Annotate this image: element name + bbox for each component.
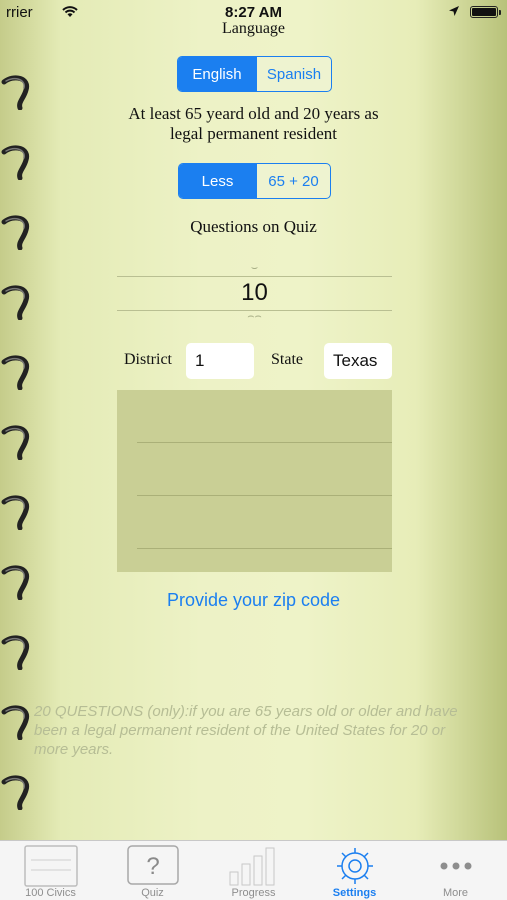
status-time: 8:27 AM xyxy=(225,4,282,21)
segment-english[interactable]: English xyxy=(178,57,256,91)
notebook-icon xyxy=(23,845,78,887)
spiral-ring xyxy=(1,285,30,320)
tab-label: 100 Civics xyxy=(25,887,76,899)
segment-less[interactable]: Less xyxy=(179,164,256,198)
spiral-ring xyxy=(1,425,30,460)
gear-icon xyxy=(336,848,373,884)
state-field[interactable]: Texas xyxy=(324,343,392,379)
spiral-ring xyxy=(1,775,30,810)
language-title: Language xyxy=(221,20,286,37)
picker-ghost-above: ⌣ xyxy=(250,262,259,274)
tab-progress[interactable]: Progress xyxy=(203,841,304,900)
spiral-ring xyxy=(1,355,30,390)
tab-label: Progress xyxy=(231,887,276,899)
battery-icon xyxy=(470,6,501,18)
segment-65-plus-20[interactable]: 65 + 20 xyxy=(256,164,330,198)
tab-label: More xyxy=(442,887,469,899)
more-dots-icon xyxy=(440,862,471,870)
tab-bar: 100 Civics ? Quiz Progress Settings More xyxy=(0,840,507,900)
picker-line-top xyxy=(117,276,392,277)
svg-text:?: ? xyxy=(146,853,159,880)
segment-spanish[interactable]: Spanish xyxy=(256,57,331,91)
tab-label: Quiz xyxy=(141,887,164,899)
language-segmented-control: English Spanish xyxy=(177,56,332,92)
district-field[interactable]: 1 xyxy=(186,343,254,379)
spiral-ring xyxy=(1,495,30,530)
status-bar: rrier 8:27 AM xyxy=(0,0,507,22)
age-rule-line2: legal permanent resident xyxy=(169,124,338,143)
provide-zip-link[interactable]: Provide your zip code xyxy=(0,590,507,611)
tab-more[interactable]: More xyxy=(405,841,506,900)
spiral-ring xyxy=(1,145,30,180)
question-icon: ? xyxy=(126,845,179,885)
spiral-ring xyxy=(1,705,30,740)
spiral-ring xyxy=(1,635,30,670)
list-separator xyxy=(137,495,392,496)
list-separator xyxy=(137,548,392,549)
representatives-list xyxy=(117,390,392,572)
quiz-picker[interactable]: 10 xyxy=(117,279,392,307)
quiz-label: Questions on Quiz xyxy=(190,217,317,236)
picker-ghost-below: ⌢⌢ xyxy=(247,310,262,322)
state-label: State xyxy=(271,351,303,368)
tab-100-civics[interactable]: 100 Civics xyxy=(0,841,101,900)
age-segmented-control: Less 65 + 20 xyxy=(178,163,331,199)
tab-quiz[interactable]: ? Quiz xyxy=(102,841,203,900)
tab-settings[interactable]: Settings xyxy=(304,841,405,900)
list-separator xyxy=(137,442,392,443)
tab-label: Settings xyxy=(332,887,377,899)
district-label: District xyxy=(124,351,172,368)
bar-chart-icon xyxy=(229,847,274,886)
location-arrow-icon xyxy=(449,6,459,16)
footnote-text: 20 QUESTIONS (only):if you are 65 years … xyxy=(34,703,458,758)
age-rule-line1: At least 65 yeard old and 20 years as xyxy=(128,104,379,123)
